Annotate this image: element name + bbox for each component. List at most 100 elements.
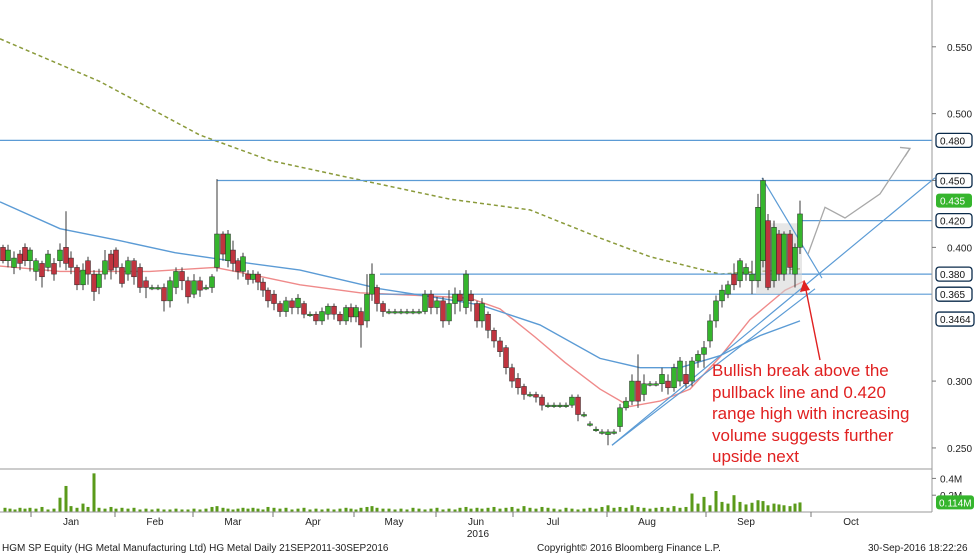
candle-up [760,180,766,261]
volume-bar [236,508,240,512]
volume-bar [381,508,385,512]
candle-up [701,347,707,355]
candle-up [5,249,11,261]
candle-up [250,273,256,280]
candle-up [364,293,370,322]
footer-right: 30-Sep-2016 18:22:26 [868,543,968,554]
volume-bar [600,506,604,512]
volume-bar [344,507,348,512]
volume-bar [498,508,502,512]
candle-down [301,303,307,315]
volume-bar [52,508,56,512]
volume-bar [486,507,490,512]
price-tick-label: 0.400 [947,243,972,254]
month-label: May [385,517,404,528]
volume-bar [648,508,652,512]
candle-down [245,273,251,280]
volume-bar [510,506,514,512]
volume-bar [23,508,27,512]
candle-up [191,280,197,295]
candle-down [787,233,793,268]
candle-down [497,340,503,352]
candle-up [410,311,416,314]
volume-bar [744,504,748,512]
candle-up [225,233,231,261]
volume-bar [761,501,765,512]
volume-bar [156,508,160,512]
volume-bar [708,505,712,512]
volume-bar [3,507,7,512]
candle-up [623,400,629,409]
volume-bar [241,507,245,512]
candle-up [33,260,39,272]
month-label: Apr [305,517,321,528]
volume-bar [522,506,526,512]
volume-bar [606,505,610,512]
volume-bar [399,508,403,512]
candle-up [319,311,325,322]
candle-down [220,233,226,255]
candle-up [463,273,469,308]
volume-bar [8,508,12,512]
volume-bar [174,508,178,512]
last-volume-label: 0.114M [939,498,972,509]
candle-up [11,257,17,268]
candle-down [503,347,509,368]
annotation-line-2: pullback line and 0.420 [712,383,886,402]
candle-down [0,247,6,261]
month-label: Aug [638,517,656,528]
volume-bar [672,506,676,512]
volume-bar [732,495,736,512]
volume-bar [75,507,79,512]
candle-down [474,303,480,322]
last-price-label: 0.435 [940,197,965,208]
volume-bar [302,507,306,512]
volume-bar [120,507,124,512]
volume-bar [28,507,32,512]
candle-up [416,311,422,314]
candle-up [404,311,410,314]
volume-bar [417,508,421,512]
candle-up [392,311,398,314]
volume-bar [387,508,391,512]
volume-bar [492,506,496,512]
volume-bar [469,508,473,512]
volume-bar [326,508,330,512]
volume-bar [296,508,300,512]
annotation-line-1: Bullish break above the [712,361,889,380]
candle-up [629,380,635,402]
volume-bar [278,508,282,512]
volume-bar [480,508,484,512]
volume-bar [81,503,85,512]
volume-bar [284,507,288,512]
volume-bar [109,506,113,512]
candle-down [22,247,28,261]
candle-up [96,273,102,288]
volume-bar [349,508,353,512]
candle-up [611,431,617,434]
candle-down [348,307,354,318]
candle-down [731,273,737,286]
volume-bar [144,508,148,512]
candle-down [509,367,515,382]
volume-bar [210,506,214,512]
volume-bar [314,508,318,512]
volume-bar [435,507,439,512]
volume-bar [570,508,574,512]
volume-bar [766,505,770,512]
volume-bar [636,506,640,512]
candle-up [749,273,755,282]
candle-down [331,305,337,315]
volume-bar [777,504,781,512]
candle-down [185,280,191,298]
candle-up [557,404,563,407]
candle-down [635,380,641,402]
volume-bar [642,507,646,512]
volume-bar [58,497,62,512]
candle-up [57,249,63,261]
candle-down [271,293,277,304]
volume-bar [738,501,742,512]
candle-up [725,284,731,295]
candle-up [659,374,665,385]
candle-up [398,311,404,314]
